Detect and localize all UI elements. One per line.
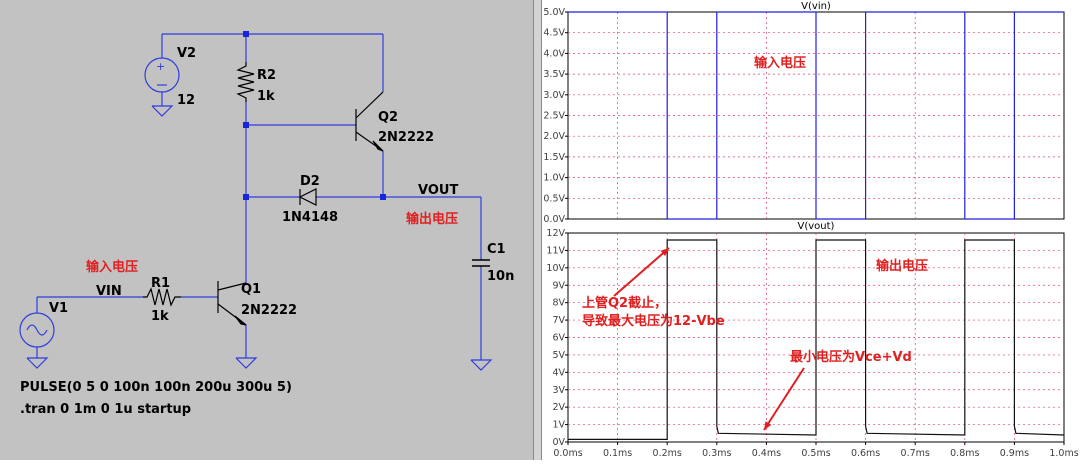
q2-model: 2N2222 [378,130,434,145]
vout-xtick-label: 0.7ms [901,448,930,459]
vout-ytick-label: 12V [546,228,565,239]
waveform-viewer[interactable]: 0.0V 0.5V 1.0V 1.5V 2.0V 2.5V 3.0V 3.5V 4.0V 4.5V… [542,0,1080,460]
vin-ytick-label: 1.5V [543,152,565,163]
vin-plot-title[interactable]: V(vin) [801,1,831,12]
v1-sine-icon [26,324,48,336]
node-q2-base [243,122,249,128]
vout-ytick-label: 5V [552,350,565,361]
vin-ytick-label: 2.0V [543,131,565,142]
vin-ytick-label: 5.0V [543,7,565,18]
r1-name: R1 [151,276,170,291]
vout-xtick-label: 0.6ms [851,448,880,459]
r2-name: R2 [257,68,276,83]
vout-ytick-label: 11V [546,245,565,256]
vin-annotation: 输入电压 [754,55,806,71]
node-vout [380,194,386,200]
gnd-c1-icon [470,359,493,371]
vin-ytick-label: 3.0V [543,90,565,101]
vout-xtick-label: 0.2ms [653,448,682,459]
vin-ytick-label: 4.5V [543,28,565,39]
tran-directive[interactable]: .tran 0 1m 0 1u startup [20,402,191,417]
vout-ytick-label: 8V [552,298,565,309]
vout-ytick-label: 4V [552,367,565,378]
vout-xtick-label: 0.8ms [950,448,979,459]
v1-name: V1 [49,301,68,316]
q2-name: Q2 [378,110,398,125]
schematic-pane[interactable]: + V2 12 R2 1k Q2 2N2222 D2 1N4148 VOUT 输… [0,0,533,460]
vout-ytick-label: 0V [552,437,565,448]
vin-ytick-label: 4.0V [543,48,565,59]
v1-source[interactable] [19,312,55,348]
vout-xtick-label: 0.9ms [1000,448,1029,459]
vout-ytick-label: 2V [552,402,565,413]
ltspice-window: + V2 12 R2 1k Q2 2N2222 D2 1N4148 VOUT 输… [0,0,1080,460]
gnd-v2-icon [151,105,174,117]
gnd-q1-icon [235,357,258,369]
vout-ytick-label: 10V [546,263,565,274]
d2-name: D2 [300,174,320,189]
vin-net-label: VIN [96,284,122,299]
output-voltage-annotation: 输出电压 [406,211,458,227]
vout-ytick-label: 7V [552,315,565,326]
vout-ytick-label: 6V [552,333,565,344]
v2-value: 12 [177,93,195,108]
vin-ytick-label: 3.5V [543,69,565,80]
q1-model: 2N2222 [241,303,297,318]
gnd-v1-icon [26,357,49,369]
vout-plot-title[interactable]: V(vout) [798,221,835,232]
waveform-canvas[interactable]: 0.0V 0.5V 1.0V 1.5V 2.0V 2.5V 3.0V 3.5V 4.0V 4.5V… [542,0,1080,460]
d2-diode-icon[interactable] [298,188,317,206]
q1-name: Q1 [241,282,261,297]
d2-model: 1N4148 [282,210,338,225]
vout-annotation: 导致最大电压为12-Vbe [582,313,725,329]
vout-xtick-label: 0.0ms [553,448,582,459]
node-supply [243,31,249,37]
vin-ytick-label: 0.0V [543,214,565,225]
vout-net-label: VOUT [418,183,458,198]
c1-value: 10n [487,269,514,284]
schematic-canvas[interactable]: + V2 12 R2 1k Q2 2N2222 D2 1N4148 VOUT 输… [0,0,533,460]
v2-name: V2 [177,46,196,61]
pane-splitter[interactable] [533,0,542,460]
vout-xtick-label: 0.4ms [752,448,781,459]
v2-plus-icon: + [156,60,165,73]
vout-annotation: 上管Q2截止， [582,295,667,311]
vout-xtick-label: 0.3ms [702,448,731,459]
vout-ytick-label: 9V [552,280,565,291]
vin-ytick-label: 1.0V [543,173,565,184]
vout-annotation: 最小电压为Vce+Vd [790,349,912,365]
r1-value: 1k [151,309,169,324]
vout-ytick-label: 3V [552,385,565,396]
vout-ytick-label: 1V [552,420,565,431]
vout-xtick-label: 1.0ms [1049,448,1078,459]
vout-xtick-label: 0.5ms [801,448,830,459]
vin-ytick-label: 2.5V [543,111,565,122]
c1-capacitor-icon[interactable] [472,259,490,267]
r1-resistor-icon[interactable] [143,287,181,307]
vin-ytick-label: 0.5V [543,193,565,204]
r2-value: 1k [257,89,275,104]
vout-xtick-label: 0.1ms [603,448,632,459]
r2-resistor-icon[interactable] [236,62,255,102]
v2-source[interactable]: + [144,57,180,93]
pulse-directive[interactable]: PULSE(0 5 0 100n 100n 200u 300u 5) [20,380,292,395]
c1-name: C1 [487,242,506,257]
node-d2-cathode [243,194,249,200]
vout-annotation: 输出电压 [876,258,928,274]
input-voltage-annotation: 输入电压 [86,259,138,275]
